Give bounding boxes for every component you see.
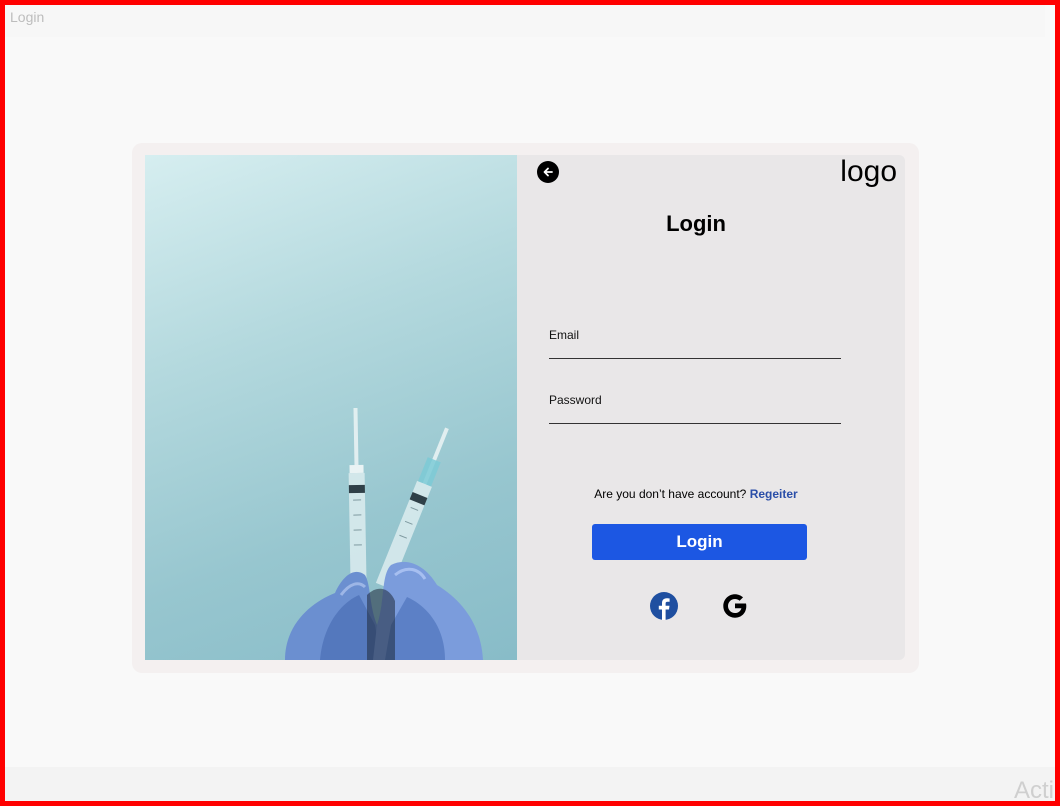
password-field: Password xyxy=(549,393,843,424)
facebook-login-button[interactable] xyxy=(649,591,679,621)
email-label: Email xyxy=(549,328,580,342)
register-text: Are you don’t have account? xyxy=(594,487,747,501)
password-label: Password xyxy=(549,393,602,407)
email-field: Email xyxy=(549,328,843,359)
arrow-left-icon xyxy=(543,167,553,177)
back-button[interactable] xyxy=(537,161,559,183)
google-icon xyxy=(723,594,747,618)
email-input[interactable] xyxy=(549,342,843,358)
page-title: Login xyxy=(666,211,726,236)
password-input[interactable] xyxy=(549,407,843,423)
app-canvas: Login logo Login Email Password Are you … xyxy=(5,5,1055,801)
syringes-illustration xyxy=(285,407,483,660)
login-panel: logo Login Email Password Are you don’t … xyxy=(517,155,905,660)
login-card: logo Login Email Password Are you don’t … xyxy=(132,143,919,673)
bottom-strip xyxy=(5,767,1055,801)
watermark: Acti xyxy=(1014,777,1055,801)
facebook-icon xyxy=(650,592,678,620)
register-link[interactable]: Regeiter xyxy=(750,487,798,501)
register-prompt: Are you don’t have account? Regeiter xyxy=(517,487,875,501)
logo: logo xyxy=(840,155,897,188)
top-strip xyxy=(5,5,1045,37)
google-login-button[interactable] xyxy=(720,591,750,621)
hero-image xyxy=(145,155,517,660)
login-button[interactable]: Login xyxy=(592,524,807,560)
page-label: Login xyxy=(10,9,45,25)
